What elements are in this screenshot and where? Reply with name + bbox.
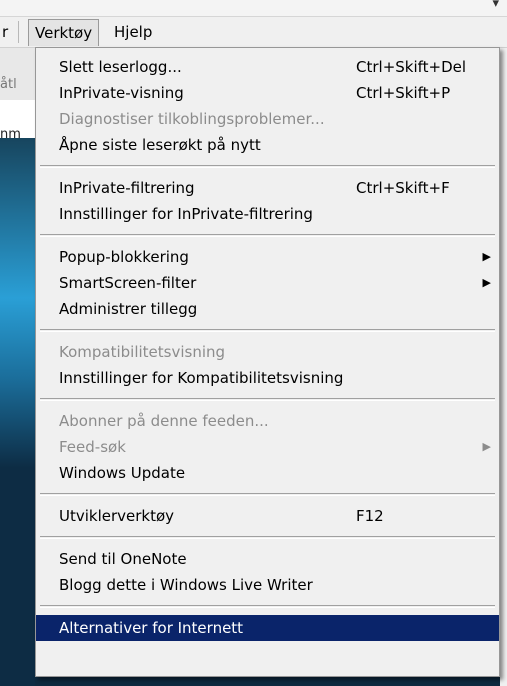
menu-item-slett-leserlogg[interactable]: Slett leserlogg... Ctrl+Skift+Del [36, 54, 499, 80]
background-scrollbar-strip [500, 48, 507, 686]
browser-top-strip: ▾ [0, 0, 507, 17]
menubar-separator [18, 21, 19, 43]
menu-item-inprivate-filtrering[interactable]: InPrivate-filtrering Ctrl+Skift+F [36, 175, 499, 201]
submenu-arrow-icon: ▶ [482, 440, 491, 453]
menu-item-popup-blokkering[interactable]: Popup-blokkering ▶ [36, 244, 499, 270]
shortcut-label: F12 [356, 507, 384, 525]
menu-item-smartscreen-filter[interactable]: SmartScreen-filter ▶ [36, 270, 499, 296]
menu-item-diagnostiser: Diagnostiser tilkoblingsproblemer... [59, 110, 325, 128]
menu-item-alternativer-internett[interactable]: Alternativer for Internett [36, 615, 499, 641]
menubar-item-hjelp[interactable]: Hjelp [108, 19, 158, 45]
menu-divider [40, 493, 495, 496]
menu-divider [40, 329, 495, 332]
menu-item-kompatibilitetsvisning: Kompatibilitetsvisning [59, 343, 226, 361]
menu-item-utviklerverktoy[interactable]: Utviklerverktøy F12 [36, 503, 499, 529]
menu-item-administrer-tillegg[interactable]: Administrer tillegg [36, 296, 499, 322]
submenu-arrow-icon: ▶ [482, 276, 491, 289]
background-text: åtl [0, 77, 17, 92]
menu-divider [40, 536, 495, 539]
menu-item-send-til-onenote[interactable]: Send til OneNote [36, 546, 499, 572]
dropdown-arrow-icon[interactable]: ▾ [492, 0, 499, 11]
menu-item-innstillinger-kompatibilitet[interactable]: Innstillinger for Kompatibilitetsvisning [36, 365, 499, 391]
shortcut-label: Ctrl+Skift+P [356, 84, 451, 102]
menu-item-inprivate-visning[interactable]: InPrivate-visning Ctrl+Skift+P [36, 80, 499, 106]
menu-item-feed-sok: Feed-søk ▶ [36, 434, 499, 460]
menubar-item-partial[interactable]: r [2, 23, 8, 41]
background-text: nm [0, 127, 21, 142]
menu-item-innstillinger-inprivate[interactable]: Innstillinger for InPrivate-filtrering [36, 201, 499, 227]
submenu-arrow-icon: ▶ [482, 250, 491, 263]
menu-item-windows-update[interactable]: Windows Update [36, 460, 499, 486]
background-page-strip: åtl nm [0, 48, 35, 686]
menu-divider [40, 234, 495, 237]
menu-divider [40, 398, 495, 401]
menu-divider [40, 605, 495, 608]
menubar-item-verktoy[interactable]: Verktøy [28, 19, 100, 46]
menu-item-apne-siste-leserokt[interactable]: Åpne siste leserøkt på nytt [36, 132, 499, 158]
menu-divider [40, 165, 495, 168]
menu-item-blogg-live-writer[interactable]: Blogg dette i Windows Live Writer [36, 572, 499, 598]
menu-bar: r Verktøy Hjelp [0, 17, 507, 48]
shortcut-label: Ctrl+Skift+Del [356, 58, 467, 76]
tools-dropdown-menu: Slett leserlogg... Ctrl+Skift+Del InPriv… [35, 47, 500, 677]
menu-item-abonner-feed: Abonner på denne feeden... [59, 412, 269, 430]
shortcut-label: Ctrl+Skift+F [356, 179, 450, 197]
